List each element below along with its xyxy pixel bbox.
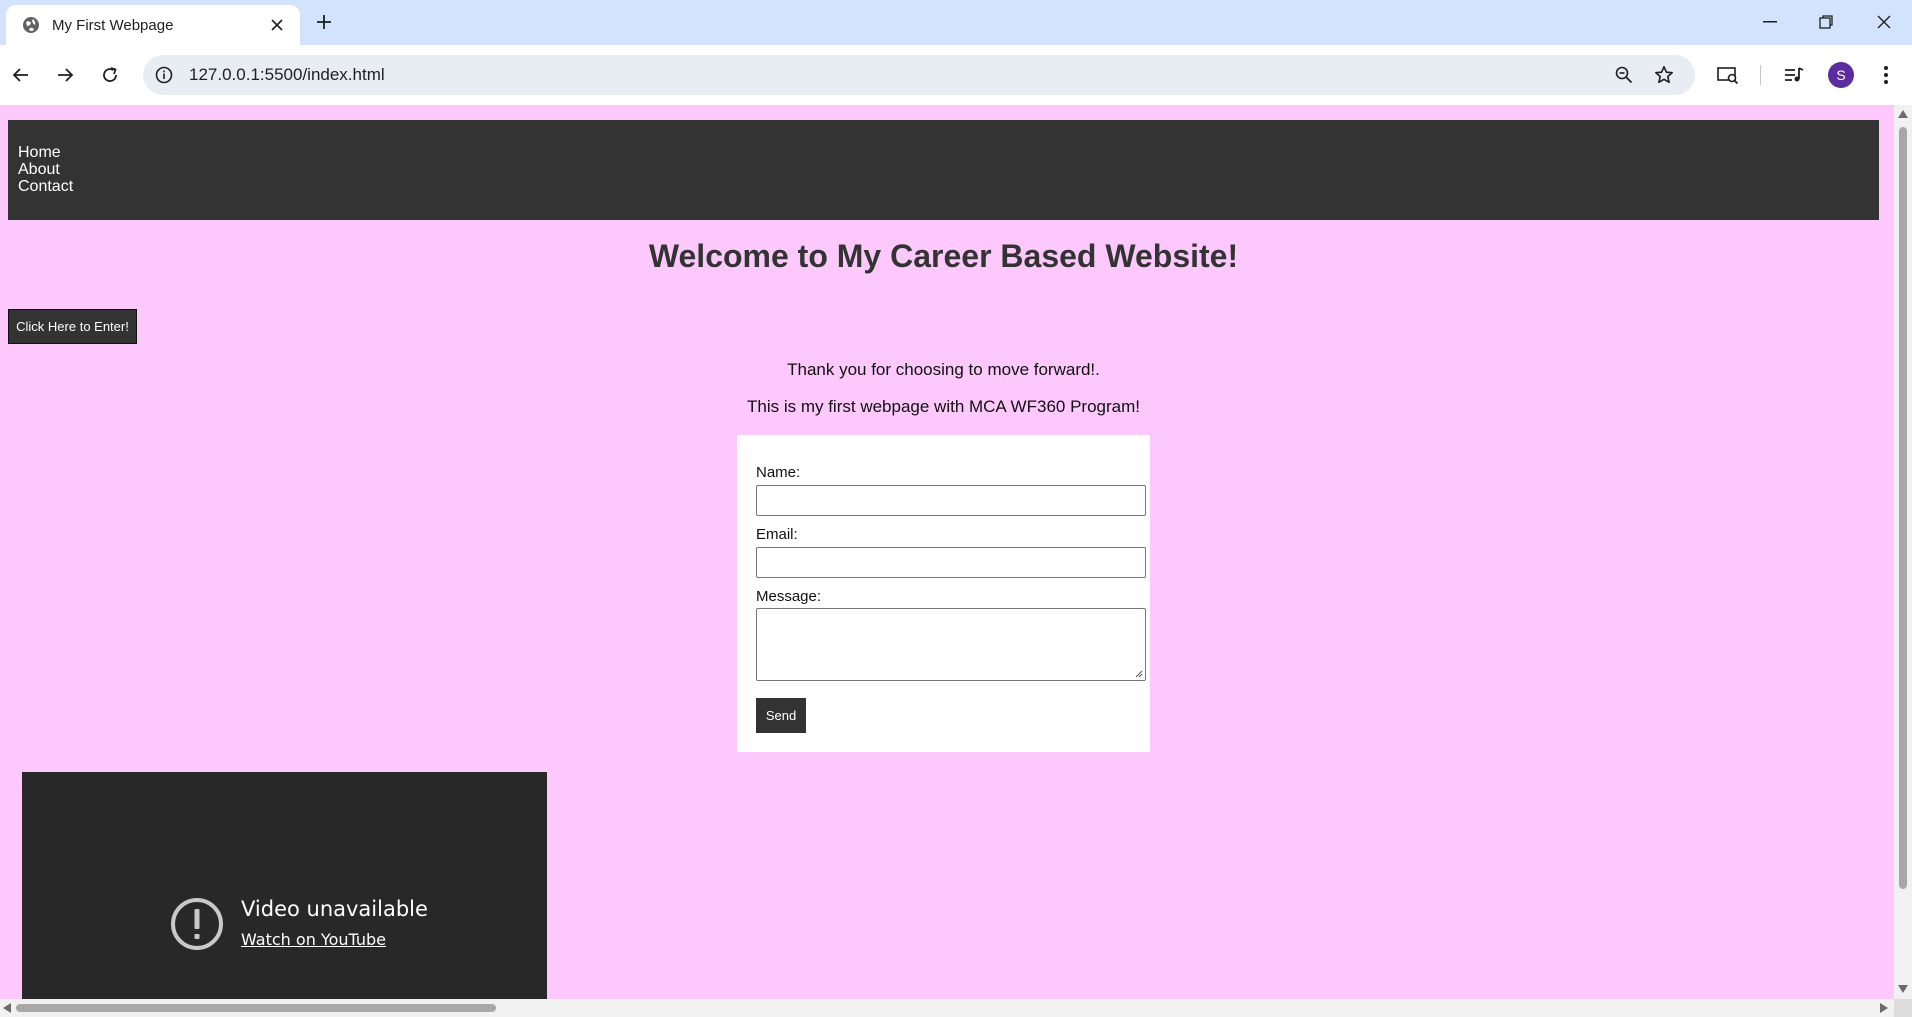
- email-label: Email:: [756, 526, 798, 543]
- cast-search-icon[interactable]: [1714, 61, 1742, 89]
- exclamation-circle-icon: [171, 898, 223, 950]
- intro-paragraph: Thank you for choosing to move forward!.: [787, 360, 1100, 379]
- scroll-right-icon[interactable]: [1880, 1003, 1888, 1013]
- name-field[interactable]: [756, 485, 1146, 516]
- arrow-left-icon[interactable]: [7, 61, 35, 89]
- close-icon[interactable]: [266, 14, 288, 36]
- reload-icon[interactable]: [96, 61, 124, 89]
- tab-title: My First Webpage: [52, 16, 174, 34]
- vertical-scrollbar[interactable]: [1894, 105, 1912, 999]
- scroll-up-icon[interactable]: [1898, 110, 1908, 118]
- scrollbar-corner: [1894, 999, 1912, 1017]
- message-field[interactable]: [756, 608, 1146, 681]
- send-button[interactable]: Send: [756, 698, 806, 733]
- arrow-right-icon[interactable]: [51, 61, 79, 89]
- globe-icon: [22, 16, 40, 34]
- media-controls-icon[interactable]: [1780, 61, 1808, 89]
- contact-form: Name: Email: Message: Send: [737, 435, 1150, 752]
- watch-on-youtube-link[interactable]: Watch on YouTube: [241, 930, 386, 949]
- scroll-down-icon[interactable]: [1898, 985, 1908, 993]
- nav-link-about[interactable]: About: [18, 161, 73, 178]
- scroll-left-icon[interactable]: [3, 1003, 11, 1013]
- nav-link-contact[interactable]: Contact: [18, 178, 73, 195]
- url-text[interactable]: 127.0.0.1:5500/index.html: [189, 65, 385, 85]
- info-icon[interactable]: [153, 64, 175, 86]
- name-label: Name:: [756, 464, 801, 481]
- kebab-menu-icon[interactable]: [1872, 61, 1900, 89]
- page-viewport: Home About Contact Welcome to My Career …: [0, 105, 1894, 999]
- nav-link-home[interactable]: Home: [18, 144, 73, 161]
- email-field[interactable]: [756, 547, 1146, 578]
- page-title: Welcome to My Career Based Website!: [648, 238, 1239, 274]
- enter-button[interactable]: Click Here to Enter!: [8, 309, 137, 344]
- browser-toolbar: 127.0.0.1:5500/index.html S: [0, 45, 1912, 105]
- video-embed[interactable]: Video unavailable Watch on YouTube: [22, 772, 547, 999]
- zoom-out-icon[interactable]: [1612, 64, 1636, 86]
- horizontal-scrollbar[interactable]: [0, 999, 1894, 1017]
- window-close-icon[interactable]: [1864, 8, 1904, 36]
- horizontal-scroll-thumb[interactable]: [16, 1004, 496, 1012]
- video-unavailable-title: Video unavailable: [241, 897, 428, 921]
- toolbar-divider: [1760, 65, 1761, 85]
- active-tab[interactable]: My First Webpage: [6, 5, 300, 45]
- message-label: Message:: [756, 588, 822, 605]
- minimize-icon[interactable]: [1750, 8, 1790, 36]
- address-bar[interactable]: 127.0.0.1:5500/index.html: [143, 55, 1695, 95]
- resize-grip-icon[interactable]: [1135, 670, 1143, 678]
- site-navbar: Home About Contact: [8, 120, 1879, 220]
- restore-icon[interactable]: [1806, 8, 1846, 36]
- star-icon[interactable]: [1652, 64, 1676, 86]
- vertical-scroll-thumb[interactable]: [1899, 127, 1907, 889]
- program-paragraph: This is my first webpage with MCA WF360 …: [746, 397, 1140, 416]
- plus-icon[interactable]: [312, 10, 336, 34]
- tab-strip: My First Webpage: [0, 0, 1912, 45]
- nav-list: Home About Contact: [18, 144, 73, 195]
- avatar[interactable]: S: [1828, 62, 1854, 88]
